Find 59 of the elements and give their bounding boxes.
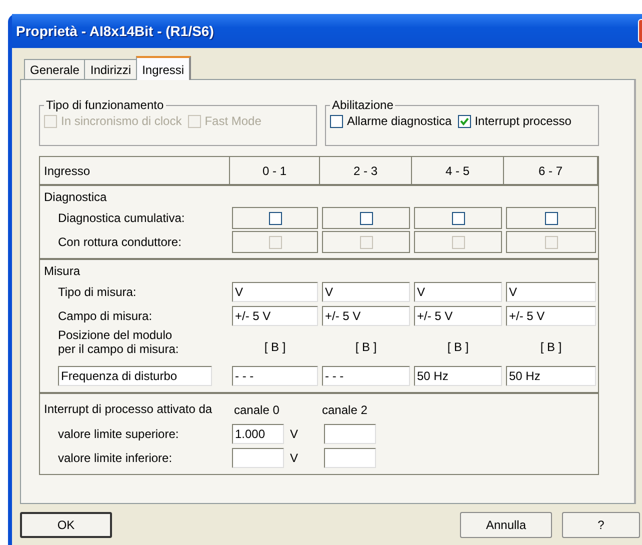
row-label: Con rottura conduttore: xyxy=(57,235,182,249)
column-header: 4 - 5 xyxy=(412,157,504,186)
section-title: Interrupt di processo attivato da xyxy=(43,402,214,416)
dialog-button[interactable]: OK xyxy=(20,512,112,538)
row-label: valore limite superiore: xyxy=(57,426,180,440)
window-title: Proprietà - AI8x14Bit - (R1/S6) xyxy=(16,23,214,39)
checkbox[interactable] xyxy=(452,212,464,224)
column-header: 6 - 7 xyxy=(504,157,598,186)
input-field[interactable]: +/- 5 V xyxy=(322,306,410,326)
input-field: Frequenza di disturbo xyxy=(58,366,212,386)
channel-label: canale 2 xyxy=(322,403,368,417)
tab[interactable]: Generale xyxy=(24,59,86,80)
tab[interactable]: Indirizzi xyxy=(84,59,138,80)
column-header: Ingresso xyxy=(40,157,230,186)
input-field[interactable] xyxy=(324,424,376,444)
section-title: Misura xyxy=(43,264,80,278)
input-field[interactable]: 1.000 xyxy=(232,424,284,444)
checkbox-label: Interrupt processo xyxy=(474,114,572,128)
checkbox[interactable] xyxy=(360,212,372,224)
unit-label: V xyxy=(289,426,298,440)
unit-label: V xyxy=(289,450,298,464)
position-value: [ B ] xyxy=(539,340,563,356)
input-field[interactable]: +/- 5 V xyxy=(232,306,318,326)
checkbox-label: In sincronismo di clock xyxy=(61,114,182,128)
checkbox-label: Fast Mode xyxy=(204,114,262,128)
input-field[interactable]: - - - xyxy=(232,366,318,386)
column-header: 2 - 3 xyxy=(320,157,412,186)
input-field[interactable] xyxy=(324,448,376,468)
input-field[interactable]: +/- 5 V xyxy=(414,306,502,326)
checkbox[interactable] xyxy=(330,114,343,128)
dialog-button[interactable]: ? xyxy=(562,512,640,538)
row-label: Tipo di misura: xyxy=(57,285,138,299)
input-field[interactable]: V xyxy=(414,282,502,302)
row-label: valore limite inferiore: xyxy=(57,450,174,464)
input-field[interactable]: - - - xyxy=(322,366,410,386)
position-value: [ B ] xyxy=(354,340,378,356)
column-header: 0 - 1 xyxy=(230,157,320,186)
input-field[interactable]: 50 Hz xyxy=(414,366,502,386)
checkbox[interactable] xyxy=(458,114,471,128)
input-field[interactable]: 50 Hz xyxy=(506,366,596,386)
input-field[interactable]: V xyxy=(506,282,596,302)
row-label: Posizione del modulo per il campo di misura: xyxy=(57,328,180,356)
group-title: Tipo di funzionamento xyxy=(45,98,165,112)
input-field[interactable]: +/- 5 V xyxy=(506,306,596,326)
channel-label: canale 0 xyxy=(233,403,280,417)
input-field[interactable] xyxy=(232,448,284,468)
checkbox-label: Allarme diagnostica xyxy=(347,114,452,128)
section-title: Diagnostica xyxy=(43,190,107,204)
position-value: [ B ] xyxy=(263,340,287,356)
checkbox[interactable] xyxy=(544,212,558,224)
input-field[interactable]: V xyxy=(322,282,410,302)
row-label: Campo di misura: xyxy=(57,309,154,323)
row-label: Diagnostica cumulativa: xyxy=(57,211,186,225)
checkbox[interactable] xyxy=(268,212,282,224)
tab[interactable]: Ingressi xyxy=(136,56,192,80)
group-title: Abilitazione xyxy=(331,98,394,112)
dialog-button[interactable]: Annulla xyxy=(460,512,552,538)
input-field[interactable]: V xyxy=(232,282,318,302)
position-value: [ B ] xyxy=(446,340,470,356)
